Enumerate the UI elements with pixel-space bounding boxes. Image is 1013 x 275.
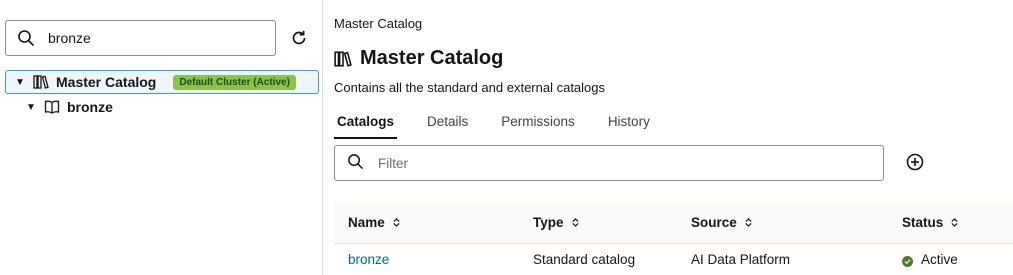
catalog-name-link[interactable]: bronze xyxy=(348,252,389,267)
caret-down-icon[interactable]: ▼ xyxy=(26,102,38,113)
search-icon xyxy=(17,29,35,47)
column-header-label: Status xyxy=(902,215,944,230)
breadcrumb: Master Catalog xyxy=(334,16,423,31)
filter-input[interactable]: Filter xyxy=(334,145,884,181)
status-badge: Default Cluster (Active) xyxy=(173,74,296,90)
sort-icon[interactable] xyxy=(392,217,401,228)
tab-details[interactable]: Details xyxy=(424,111,471,139)
column-header-label: Source xyxy=(691,215,737,230)
tree-item-master-catalog[interactable]: ▼ Master Catalog Default Cluster (Active… xyxy=(5,70,319,94)
search-icon xyxy=(347,153,364,173)
tree-item-label: bronze xyxy=(67,99,113,115)
page-description: Contains all the standard and external c… xyxy=(334,80,606,95)
tree-search-value[interactable]: bronze xyxy=(48,30,91,46)
tab-history[interactable]: History xyxy=(605,111,653,139)
page-title: Master Catalog xyxy=(360,47,504,69)
column-header-source[interactable]: Source xyxy=(691,215,753,230)
main-panel: Master Catalog Master Catalog Contains a… xyxy=(334,0,1013,275)
catalog-tree-panel: bronze ▼ Master Catalog Default Cluster … xyxy=(0,0,322,275)
column-header-label: Name xyxy=(348,215,385,230)
tab-catalogs[interactable]: Catalogs xyxy=(334,111,398,139)
check-icon xyxy=(902,256,913,267)
panel-divider[interactable] xyxy=(322,0,323,275)
sort-icon[interactable] xyxy=(744,217,753,228)
column-header-name[interactable]: Name xyxy=(348,215,401,230)
filter-placeholder: Filter xyxy=(378,155,408,171)
column-header-status[interactable]: Status xyxy=(902,215,959,230)
tab-permissions[interactable]: Permissions xyxy=(498,111,578,139)
page-header: Master Catalog xyxy=(334,47,503,70)
column-header-label: Type xyxy=(533,215,564,230)
catalog-icon xyxy=(334,50,352,68)
catalog-type-cell: Standard catalog xyxy=(533,252,636,267)
table-header: Name Type Source Status xyxy=(334,202,1013,244)
book-icon xyxy=(44,99,60,115)
tab-bar: Catalogs Details Permissions History xyxy=(334,111,680,139)
tree-item-bronze[interactable]: ▼ bronze xyxy=(26,96,113,118)
refresh-icon[interactable] xyxy=(290,29,308,47)
caret-down-icon[interactable]: ▼ xyxy=(15,77,27,88)
column-header-type[interactable]: Type xyxy=(533,215,580,230)
tree-item-label: Master Catalog xyxy=(56,74,157,90)
catalog-status-cell: Active xyxy=(902,252,958,267)
status-label: Active xyxy=(921,252,958,267)
sort-icon[interactable] xyxy=(950,217,959,228)
add-circle-icon[interactable] xyxy=(905,152,925,172)
catalog-source-cell: AI Data Platform xyxy=(691,252,791,267)
catalog-icon xyxy=(33,74,49,90)
tree-search-field[interactable]: bronze xyxy=(5,20,276,56)
sort-icon[interactable] xyxy=(571,217,580,228)
